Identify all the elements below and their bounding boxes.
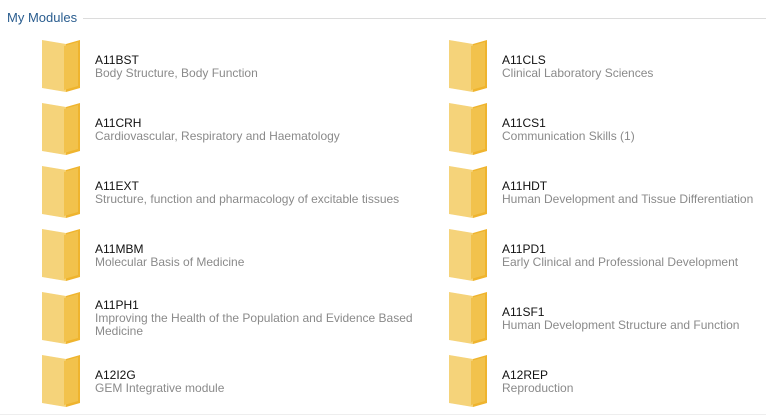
- module-code[interactable]: A11CRH: [95, 116, 405, 130]
- bottom-divider: [0, 414, 766, 415]
- module-code[interactable]: A11CLS: [502, 53, 766, 67]
- module-item-a11ph1[interactable]: A11PH1 Improving the Health of the Popul…: [42, 288, 413, 348]
- module-code[interactable]: A11CS1: [502, 116, 766, 130]
- module-title: GEM Integrative module: [95, 381, 225, 395]
- module-title: Body Structure, Body Function: [95, 66, 258, 80]
- module-item-a11pd1[interactable]: A11PD1 Early Clinical and Professional D…: [449, 225, 766, 285]
- module-grid: A11BST Body Structure, Body Function A11…: [0, 36, 766, 410]
- folder-icon: [42, 40, 80, 92]
- module-item-a11hdt[interactable]: A11HDT Human Development and Tissue Diff…: [449, 162, 766, 222]
- module-code[interactable]: A11HDT: [502, 179, 766, 193]
- module-title: Structure, function and pharmacology of …: [95, 192, 400, 206]
- module-title: Molecular Basis of Medicine: [95, 255, 245, 269]
- module-item-a11cls[interactable]: A11CLS Clinical Laboratory Sciences: [449, 36, 766, 96]
- folder-icon: [449, 103, 487, 155]
- folder-icon: [42, 292, 80, 344]
- module-item-a11ext[interactable]: A11EXT Structure, function and pharmacol…: [42, 162, 402, 222]
- folder-icon: [449, 166, 487, 218]
- module-item-a12rep[interactable]: A12REP Reproduction: [449, 351, 766, 411]
- folder-icon: [449, 355, 487, 407]
- module-title: Cardiovascular, Respiratory and Haematol…: [95, 129, 340, 143]
- module-title: Communication Skills (1): [502, 129, 635, 143]
- folder-icon: [449, 229, 487, 281]
- module-title: Reproduction: [502, 381, 574, 395]
- module-item-a12i2g[interactable]: A12I2G GEM Integrative module: [42, 351, 402, 411]
- module-title: Human Development and Tissue Differentia…: [502, 192, 754, 206]
- folder-icon: [42, 229, 80, 281]
- section-divider: [83, 18, 766, 19]
- module-code[interactable]: A11BST: [95, 53, 405, 67]
- module-title: Improving the Health of the Population a…: [95, 311, 413, 338]
- module-title: Human Development Structure and Function: [502, 318, 740, 332]
- module-title: Early Clinical and Professional Developm…: [502, 255, 739, 269]
- module-item-a11cs1[interactable]: A11CS1 Communication Skills (1): [449, 99, 766, 159]
- module-code[interactable]: A11PD1: [502, 242, 766, 256]
- module-code[interactable]: A11SF1: [502, 305, 766, 319]
- section-header: My Modules: [0, 0, 766, 36]
- folder-icon: [449, 40, 487, 92]
- module-code[interactable]: A12I2G: [95, 368, 405, 382]
- module-code[interactable]: A11EXT: [95, 179, 405, 193]
- module-code[interactable]: A11MBM: [95, 242, 405, 256]
- section-title: My Modules: [7, 10, 78, 25]
- module-item-a11crh[interactable]: A11CRH Cardiovascular, Respiratory and H…: [42, 99, 402, 159]
- module-title: Clinical Laboratory Sciences: [502, 66, 654, 80]
- module-item-a11bst[interactable]: A11BST Body Structure, Body Function: [42, 36, 402, 96]
- module-code[interactable]: A12REP: [502, 368, 766, 382]
- module-item-a11sf1[interactable]: A11SF1 Human Development Structure and F…: [449, 288, 766, 348]
- folder-icon: [42, 355, 80, 407]
- folder-icon: [42, 166, 80, 218]
- folder-icon: [449, 292, 487, 344]
- folder-icon: [42, 103, 80, 155]
- module-code[interactable]: A11PH1: [95, 298, 405, 312]
- module-item-a11mbm[interactable]: A11MBM Molecular Basis of Medicine: [42, 225, 402, 285]
